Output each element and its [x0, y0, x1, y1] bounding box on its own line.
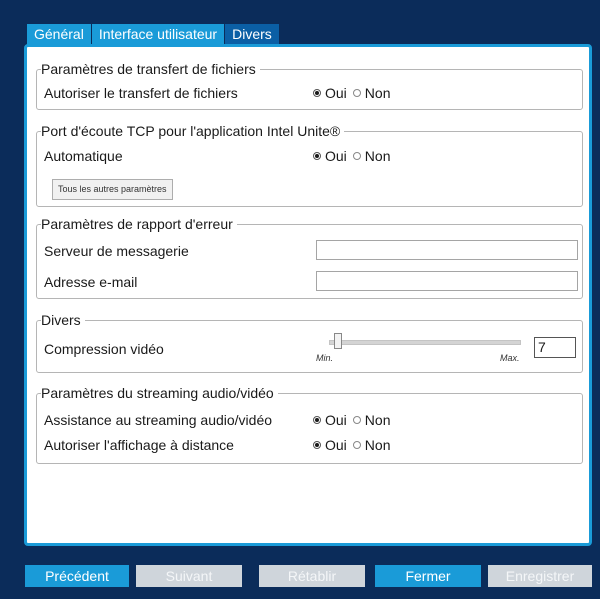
error-report-group: Paramètres de rapport d'erreur Serveur d…: [36, 216, 583, 299]
restore-button[interactable]: Rétablir: [259, 565, 365, 587]
remote-display-yes-label: Oui: [325, 437, 347, 453]
misc-legend: Divers: [41, 312, 85, 328]
mail-server-input[interactable]: [316, 240, 578, 260]
next-button[interactable]: Suivant: [136, 565, 242, 587]
radio-unselected-icon: [352, 441, 361, 449]
file-transfer-yes-radio[interactable]: Oui: [313, 84, 347, 102]
error-report-legend: Paramètres de rapport d'erreur: [41, 216, 237, 232]
email-input[interactable]: [316, 271, 578, 291]
file-transfer-no-radio[interactable]: Non: [352, 84, 391, 102]
tcp-port-label: Automatique: [44, 148, 123, 164]
remote-display-no-label: Non: [364, 437, 391, 453]
streaming-assist-radio-group: Oui Non: [313, 411, 396, 429]
file-transfer-radio-group: Oui Non: [313, 84, 396, 102]
radio-selected-icon: [313, 441, 321, 449]
tcp-port-legend: Port d'écoute TCP pour l'application Int…: [41, 123, 345, 139]
radio-unselected-icon: [352, 89, 361, 97]
settings-panel: Paramètres de transfert de fichiers Auto…: [24, 44, 592, 546]
mail-server-label: Serveur de messagerie: [44, 243, 189, 259]
file-transfer-legend: Paramètres de transfert de fichiers: [41, 61, 260, 77]
compression-value-input[interactable]: 7: [534, 337, 576, 358]
email-label: Adresse e-mail: [44, 274, 138, 290]
tab-user-interface[interactable]: Interface utilisateur: [91, 24, 226, 45]
remote-display-label: Autoriser l'affichage à distance: [44, 437, 234, 453]
file-transfer-yes-label: Oui: [325, 85, 347, 101]
tcp-port-no-radio[interactable]: Non: [352, 147, 391, 165]
tab-bar: Général Interface utilisateur Divers: [27, 24, 280, 45]
all-settings-button[interactable]: Tous les autres paramètres: [52, 179, 173, 200]
file-transfer-label: Autoriser le transfert de fichiers: [44, 85, 238, 101]
compression-slider-thumb[interactable]: [334, 333, 342, 349]
tcp-port-group: Port d'écoute TCP pour l'application Int…: [36, 123, 583, 207]
file-transfer-no-label: Non: [364, 85, 391, 101]
slider-min-label: Min.: [316, 353, 334, 363]
slider-max-label: Max.: [500, 353, 520, 363]
streaming-assist-no-label: Non: [364, 412, 391, 428]
compression-slider-track[interactable]: [329, 340, 521, 345]
close-button[interactable]: Fermer: [375, 565, 481, 587]
streaming-assist-label: Assistance au streaming audio/vidéo: [44, 412, 273, 428]
file-transfer-group: Paramètres de transfert de fichiers Auto…: [36, 61, 583, 110]
tab-divers[interactable]: Divers: [225, 24, 280, 45]
tcp-port-yes-radio[interactable]: Oui: [313, 147, 347, 165]
previous-button[interactable]: Précédent: [25, 565, 129, 587]
compression-label: Compression vidéo: [44, 341, 164, 357]
radio-unselected-icon: [352, 416, 361, 424]
radio-selected-icon: [313, 89, 321, 97]
remote-display-no-radio[interactable]: Non: [352, 436, 391, 454]
tcp-port-no-label: Non: [364, 148, 391, 164]
tcp-port-yes-label: Oui: [325, 148, 347, 164]
radio-unselected-icon: [352, 152, 361, 160]
radio-selected-icon: [313, 152, 321, 160]
radio-selected-icon: [313, 416, 321, 424]
streaming-assist-yes-radio[interactable]: Oui: [313, 411, 347, 429]
streaming-assist-yes-label: Oui: [325, 412, 347, 428]
remote-display-radio-group: Oui Non: [313, 436, 396, 454]
misc-group: Divers Compression vidéo Min. Max. 7: [36, 312, 583, 373]
remote-display-yes-radio[interactable]: Oui: [313, 436, 347, 454]
tab-general[interactable]: Général: [27, 24, 92, 45]
streaming-group: Paramètres du streaming audio/vidéo Assi…: [36, 385, 583, 464]
tcp-port-radio-group: Oui Non: [313, 147, 396, 165]
save-button[interactable]: Enregistrer: [488, 565, 592, 587]
streaming-assist-no-radio[interactable]: Non: [352, 411, 391, 429]
streaming-legend: Paramètres du streaming audio/vidéo: [41, 385, 278, 401]
